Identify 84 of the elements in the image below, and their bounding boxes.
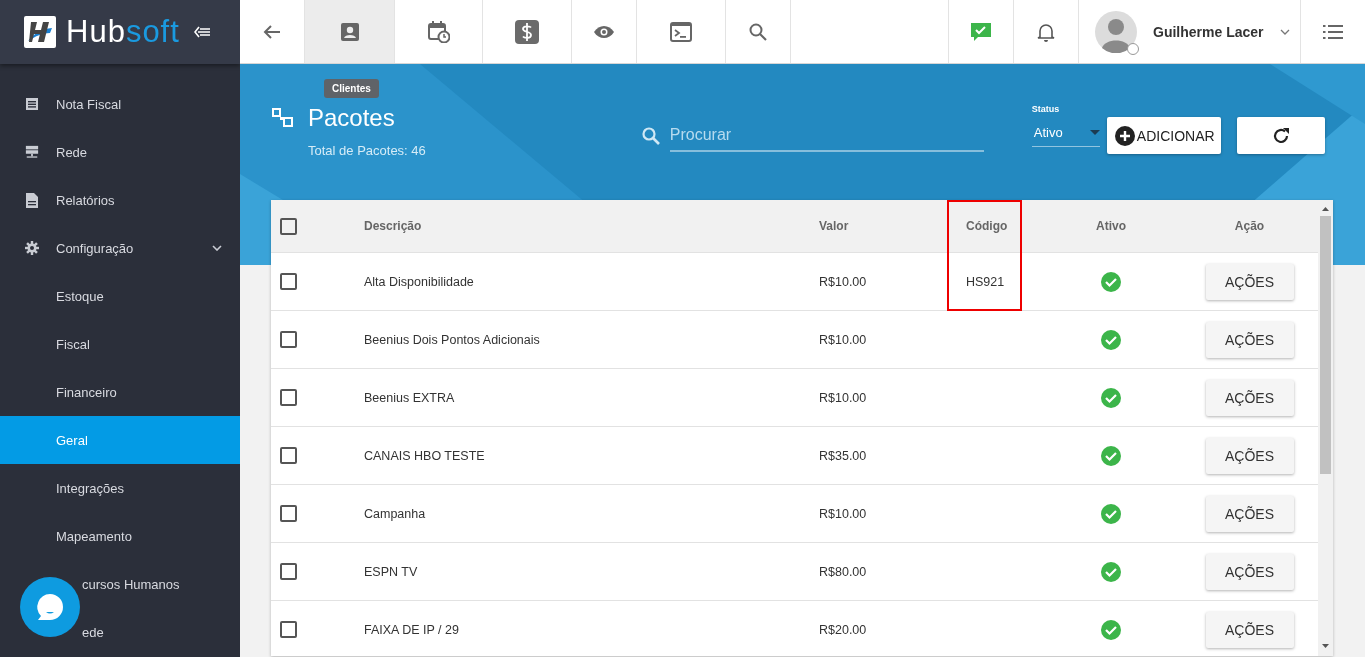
actions-button[interactable]: AÇÕES [1205, 379, 1294, 416]
submenu-item[interactable]: ede [0, 608, 240, 656]
scrollbar[interactable] [1318, 200, 1333, 656]
table-cell: R$10.00 [819, 274, 867, 289]
checkbox[interactable] [280, 389, 297, 406]
submenu-item[interactable]: Financeiro [0, 368, 240, 416]
actions-button[interactable]: AÇÕES [1205, 495, 1294, 532]
menu-item[interactable]: Relatórios [0, 176, 240, 224]
checkbox[interactable] [280, 505, 297, 522]
actions-button[interactable]: AÇÕES [1205, 553, 1294, 590]
table-cell: R$10.00 [819, 390, 867, 405]
toolbar-tab[interactable] [305, 0, 395, 63]
avatar-icon [1095, 10, 1137, 53]
collapse-icon[interactable] [193, 26, 210, 38]
menu-icon [1323, 23, 1343, 40]
search-field[interactable]: Procurar [669, 120, 984, 152]
column-header: Descrição [364, 219, 422, 233]
settings-icon [25, 241, 39, 255]
column-header: Ativo [1096, 219, 1126, 233]
submenu-item[interactable]: Estoque [0, 272, 240, 320]
eye-icon [593, 24, 615, 39]
status-label: Status [1031, 104, 1061, 114]
submenu-item[interactable]: Mapeamento [0, 512, 240, 560]
actions-button[interactable]: AÇÕES [1205, 321, 1294, 358]
actions-button[interactable]: AÇÕES [1205, 263, 1294, 300]
table-cell: Alta Disponibilidade [364, 274, 474, 289]
contact-card-icon [339, 21, 360, 42]
document-icon [25, 97, 39, 111]
add-button[interactable]: ADICIONAR [1106, 117, 1221, 154]
table-cell: R$10.00 [819, 506, 867, 521]
refresh-button[interactable] [1236, 117, 1325, 154]
checkbox[interactable] [280, 273, 297, 290]
user-name: Guilherme Lacer [1153, 23, 1264, 40]
table-cell: Beenius Dois Pontos Adicionais [364, 332, 540, 347]
checkbox[interactable] [280, 563, 297, 580]
plus-circle-icon [1114, 125, 1135, 146]
menu-item[interactable]: Configuração [0, 224, 240, 272]
packages-icon [272, 108, 294, 128]
page-title: Pacotes [308, 104, 395, 132]
actions-button[interactable]: AÇÕES [1205, 611, 1294, 648]
table-cell: R$10.00 [819, 332, 867, 347]
submenu-item[interactable]: Integrações [0, 464, 240, 512]
package-count: Total de Pacotes: 46 [308, 143, 426, 158]
logo-text: Hubsoft [66, 14, 180, 50]
table-cell: ESPN TV [364, 564, 418, 579]
chevron-down-icon [1279, 28, 1290, 35]
column-header: Ação [1234, 219, 1265, 233]
terminal-icon [670, 21, 692, 42]
table-cell: Campanha [364, 506, 426, 521]
menu-item[interactable]: Nota Fiscal [0, 80, 240, 128]
server-icon [25, 145, 39, 159]
calendar-clock-icon [427, 20, 450, 43]
dollar-icon [515, 19, 539, 44]
chat-bubble-icon [35, 592, 65, 622]
column-header: Valor [819, 219, 849, 233]
chevron-down-icon[interactable] [212, 245, 222, 251]
file-icon [26, 192, 38, 208]
menu-item[interactable]: Rede [0, 128, 240, 176]
checkbox[interactable] [280, 217, 297, 235]
checkbox[interactable] [280, 447, 297, 464]
submenu-item[interactable]: cursos Humanos [0, 560, 240, 608]
submenu-item[interactable]: Fiscal [0, 320, 240, 368]
bell-icon [1037, 21, 1055, 42]
table-cell: HS921 [966, 274, 1005, 289]
checkbox[interactable] [280, 331, 297, 348]
status-dropdown[interactable]: Ativo [1031, 121, 1100, 147]
checkbox[interactable] [280, 621, 297, 638]
tooltip: Clientes [324, 79, 379, 98]
table-cell: CANAIS HBO TESTE [364, 448, 485, 463]
logo-icon [24, 16, 56, 48]
search-icon [749, 22, 767, 41]
dropdown-arrow-icon [1089, 130, 1100, 135]
search-icon [641, 127, 660, 145]
table-cell: R$80.00 [819, 564, 867, 579]
refresh-icon [1271, 126, 1290, 145]
table-cell: Beenius EXTRA [364, 390, 455, 405]
table-cell: R$35.00 [819, 448, 867, 463]
back-icon [262, 23, 282, 40]
table-cell: R$20.00 [819, 622, 867, 637]
column-header: Código [966, 219, 1008, 233]
table-cell: FAIXA DE IP / 29 [364, 622, 459, 637]
chat-check-icon [970, 20, 992, 43]
user-menu[interactable]: Guilherme Lacer [1079, 0, 1301, 63]
actions-button[interactable]: AÇÕES [1205, 437, 1294, 474]
